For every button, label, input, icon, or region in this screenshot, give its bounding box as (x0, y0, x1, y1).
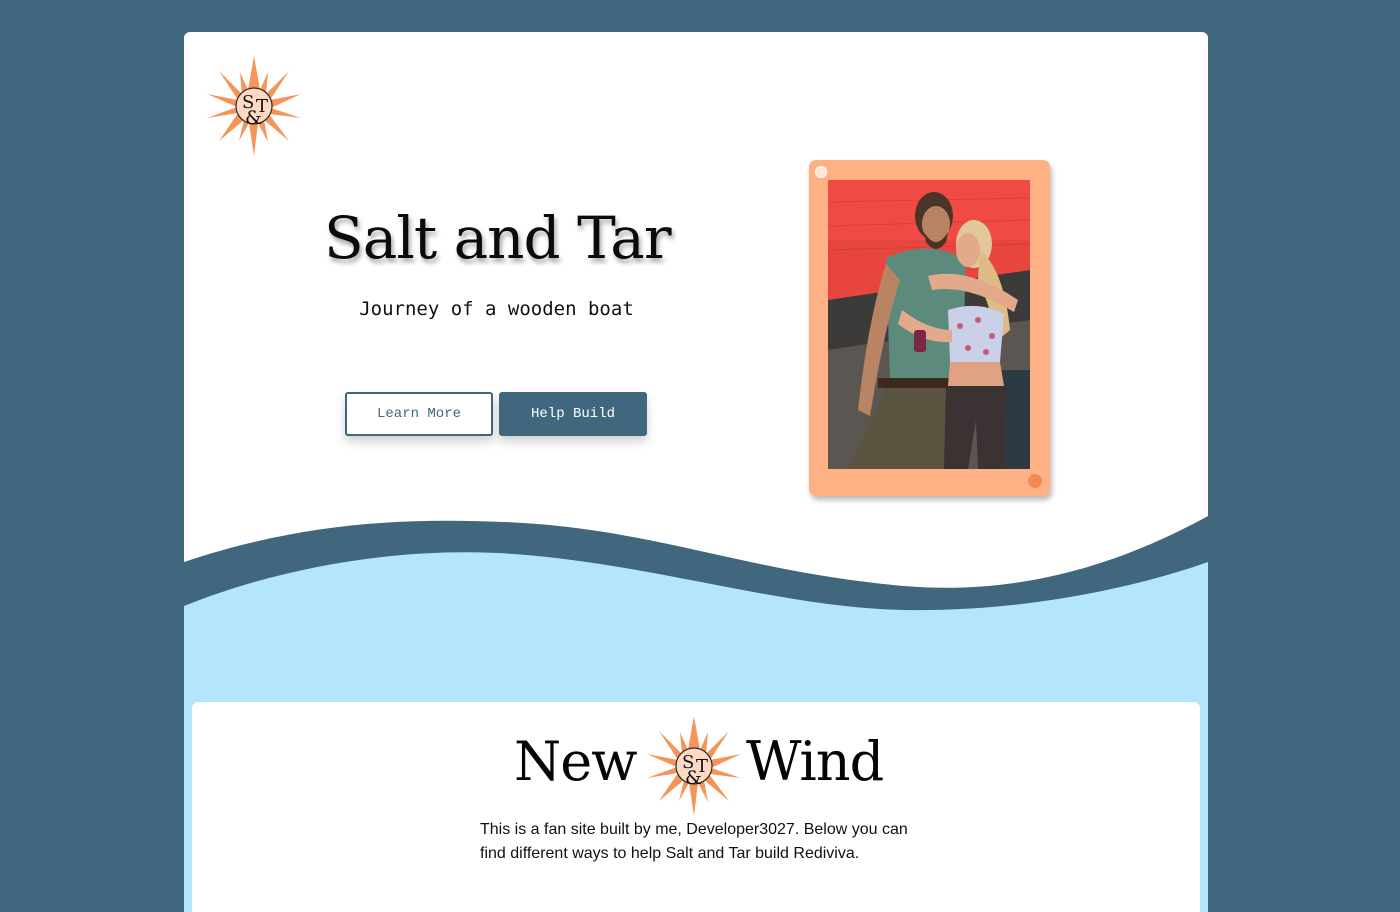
photo-frame (809, 160, 1050, 496)
section-title-left: New (514, 730, 637, 793)
new-wind-section: New S T & Wind This is a fan site built … (192, 702, 1200, 912)
hero-subtitle: Journey of a wooden boat (359, 298, 634, 320)
section-title: New S T & Wind (514, 716, 894, 830)
section-title-right: Wind (746, 730, 884, 793)
logo-ampersand: & (685, 767, 702, 789)
frame-dot-icon (1028, 474, 1042, 488)
intro-paragraph: This is a fan site built by me, Develope… (480, 821, 908, 862)
site-logo[interactable]: S T & (206, 56, 302, 156)
logo-ampersand: & (245, 107, 262, 129)
frame-pin-icon (815, 166, 827, 178)
couple-photo (828, 180, 1030, 469)
main-card: S T & Salt and Tar Journey of a wooden b… (184, 32, 1208, 912)
learn-more-button[interactable]: Learn More (345, 392, 493, 436)
help-build-button[interactable]: Help Build (499, 392, 647, 436)
hero-title: Salt and Tar (324, 204, 672, 272)
sun-logo-icon: S T & (647, 716, 741, 816)
